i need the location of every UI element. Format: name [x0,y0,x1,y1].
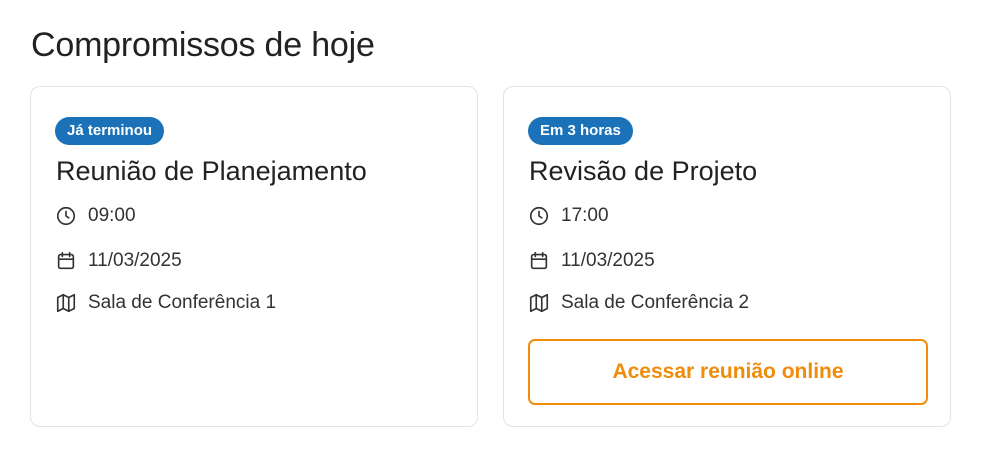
appointment-time-row: 09:00 [55,204,136,228]
appointment-time: 09:00 [88,205,136,226]
appointment-card: Em 3 horas Revisão de Projeto 17:00 11/0… [503,86,951,427]
map-icon [528,292,550,314]
page-title: Compromissos de hoje [31,26,375,64]
appointments-page: Compromissos de hoje Já terminou Reunião… [0,0,987,453]
appointments-list: Já terminou Reunião de Planejamento 09:0… [30,86,951,427]
appointment-date-row: 11/03/2025 [55,249,182,273]
calendar-icon [528,250,550,272]
appointment-card: Já terminou Reunião de Planejamento 09:0… [30,86,478,427]
appointment-location-row: Sala de Conferência 2 [528,291,749,315]
map-icon [55,292,77,314]
status-badge: Já terminou [55,117,165,145]
appointment-location: Sala de Conferência 2 [561,292,750,313]
appointment-location: Sala de Conferência 1 [88,292,277,313]
appointment-location-row: Sala de Conferência 1 [55,291,276,315]
appointment-title: Revisão de Projeto [529,156,758,186]
appointment-date: 11/03/2025 [561,250,655,271]
appointment-date-row: 11/03/2025 [528,249,655,273]
clock-icon [528,205,550,227]
appointment-time: 17:00 [561,205,609,226]
appointment-date: 11/03/2025 [88,250,182,271]
appointment-title: Reunião de Planejamento [56,156,367,186]
appointment-time-row: 17:00 [528,204,609,228]
calendar-icon [55,250,77,272]
status-badge: Em 3 horas [528,117,633,145]
clock-icon [55,205,77,227]
join-online-meeting-button[interactable]: Acessar reunião online [528,339,928,405]
